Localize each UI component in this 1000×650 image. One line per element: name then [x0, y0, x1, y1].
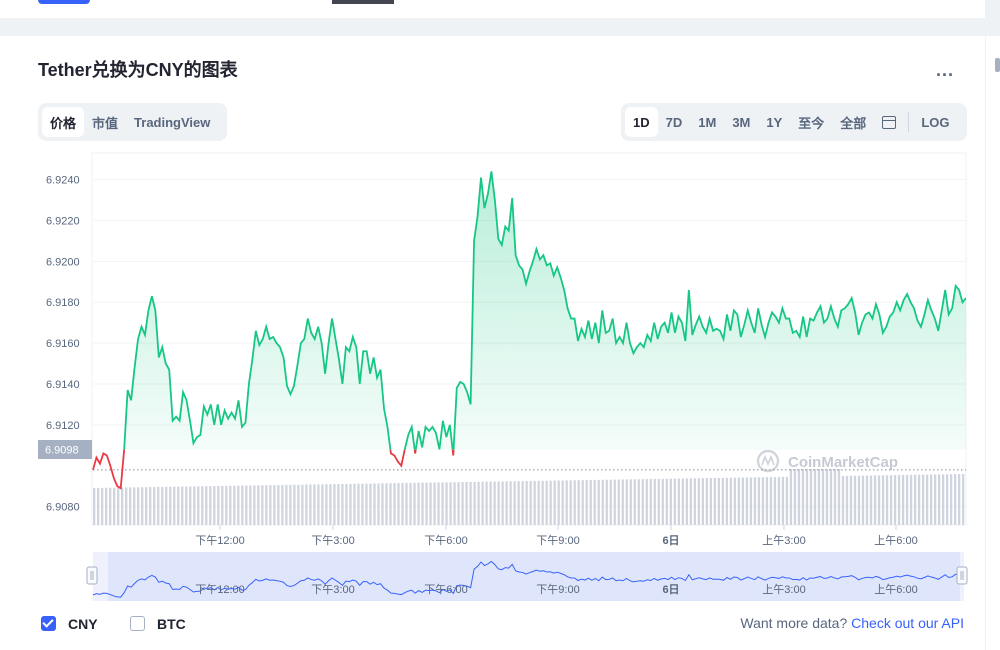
range-all[interactable]: 全部: [832, 107, 874, 137]
tab-price[interactable]: 价格: [42, 107, 85, 137]
currency-label-cny: CNY: [68, 616, 98, 632]
range-3m[interactable]: 3M: [724, 107, 758, 137]
chart-title: Tether兑换为CNY的图表: [38, 60, 238, 80]
range-divider: [908, 112, 910, 132]
tab-market-cap[interactable]: 市值: [84, 107, 126, 137]
right-panel-fragment: [995, 58, 1000, 72]
range-1m[interactable]: 1M: [690, 107, 724, 137]
top-nav-bar: [0, 0, 985, 18]
api-prompt: Want more data? Check out our API: [740, 615, 964, 631]
api-prompt-text: Want more data?: [740, 615, 852, 631]
range-7d[interactable]: 7D: [658, 107, 691, 137]
checkbox-cny[interactable]: [41, 616, 56, 631]
checkbox-btc[interactable]: [130, 616, 145, 631]
footer-row: CNY BTC Want more data? Check out our AP…: [0, 612, 985, 638]
range-1d[interactable]: 1D: [625, 107, 658, 137]
log-toggle[interactable]: LOG: [913, 107, 957, 137]
range-1y[interactable]: 1Y: [758, 107, 790, 137]
range-tab-group: 1D 7D 1M 3M 1Y 至今 全部 LOG: [621, 103, 967, 141]
right-panel-edge: [985, 36, 1000, 650]
top-nav-text-fragment: [332, 0, 394, 4]
view-tab-group: 价格 市值 TradingView: [38, 103, 227, 141]
more-icon[interactable]: ...: [936, 60, 954, 81]
tab-tradingview[interactable]: TradingView: [126, 107, 218, 137]
top-nav-active-tab[interactable]: [38, 0, 90, 4]
range-ytd[interactable]: 至今: [790, 107, 832, 137]
calendar-button[interactable]: [874, 107, 904, 137]
calendar-icon: [882, 115, 897, 129]
currency-label-btc: BTC: [157, 616, 186, 632]
api-link[interactable]: Check out our API: [851, 615, 964, 631]
